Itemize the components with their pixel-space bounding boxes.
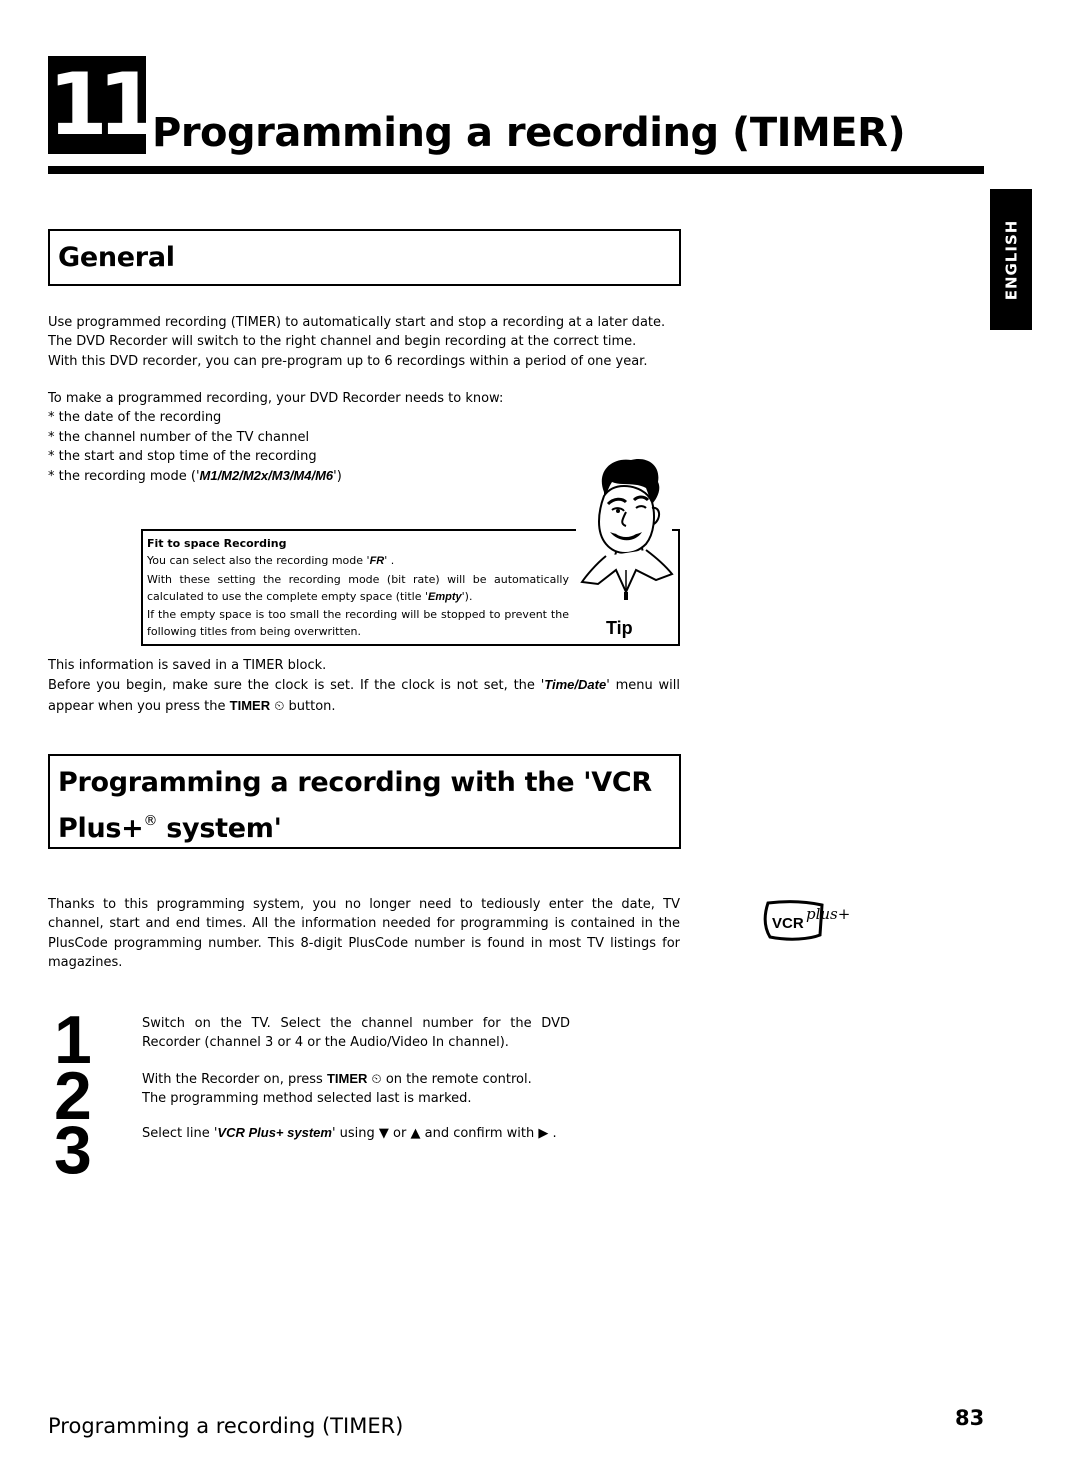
chapter-rule <box>48 166 984 174</box>
step-text: or <box>388 1126 411 1141</box>
heading-plus: Plus+ <box>58 813 144 844</box>
heading-line: system' <box>157 813 282 844</box>
needs-item-text: the recording mode (' <box>58 469 200 485</box>
step-text: ' using <box>331 1126 379 1141</box>
timer-notes: This information is saved in a TIMER blo… <box>48 656 680 716</box>
step-instruction: Switch on the TV. Select the channel num… <box>142 1016 570 1051</box>
tip-line: With these setting the recording mode (b… <box>147 571 569 607</box>
tip-text: '). <box>461 589 473 603</box>
tip-line: If the empty space is too small the reco… <box>147 608 569 639</box>
clock-note-text: Before you begin, make sure the clock is… <box>48 678 545 694</box>
tip-cartoon-character-icon <box>580 458 674 600</box>
down-arrow-icon: ▼ <box>378 1126 389 1141</box>
saved-note: This information is saved in a TIMER blo… <box>48 658 327 673</box>
step-text: With the Recorder on, press <box>142 1072 327 1087</box>
vcr-plus-intro: Thanks to this programming system, you n… <box>48 895 680 972</box>
chapter-title: Programming a recording (TIMER) <box>152 110 906 156</box>
heading-line: Programming a recording with the 'VCR <box>58 767 652 798</box>
step-text: Select line ' <box>142 1126 218 1141</box>
needs-item: * the channel number of the TV channel <box>48 428 680 447</box>
bullet-asterisk: * <box>48 429 55 445</box>
needs-intro: To make a programmed recording, your DVD… <box>48 391 504 406</box>
intro-line: Use programmed recording (TIMER) to auto… <box>48 315 666 330</box>
needs-item-text: the date of the recording <box>58 410 222 426</box>
tip-text: With these setting the recording mode (b… <box>147 572 569 603</box>
step-instruction: With the Recorder on, press TIMER ⏲ on t… <box>142 1069 570 1089</box>
needs-item-text: the start and stop time of the recording <box>58 448 317 464</box>
step-2-text: With the Recorder on, press TIMER ⏲ on t… <box>142 1069 570 1109</box>
logo-plus-text: plus+ <box>806 905 850 923</box>
needs-item-suffix: ') <box>333 469 342 485</box>
step-number: 3 <box>54 1112 92 1188</box>
language-tab: ENGLISH <box>990 189 1032 330</box>
tip-content: Fit to space Recording You can select al… <box>147 535 569 641</box>
tip-text: You can select also the recording mode ' <box>147 554 370 568</box>
tip-heading: Fit to space Recording <box>147 537 287 550</box>
menu-item-ref: VCR Plus+ system <box>217 1125 332 1140</box>
timer-button-ref: TIMER <box>229 697 271 713</box>
step-instruction: Select line 'VCR Plus+ system' using ▼ o… <box>142 1123 570 1143</box>
step-1-text: Switch on the TV. Select the channel num… <box>142 1014 570 1053</box>
section-vcr-plus-heading: Programming a recording with the 'VCR Plu… <box>50 756 679 848</box>
logo-vcr-text: VCR <box>772 915 804 932</box>
right-arrow-icon: ▶ <box>538 1126 549 1141</box>
step-text: on the remote control. <box>381 1072 532 1087</box>
bullet-asterisk: * <box>48 448 55 464</box>
step-text: and confirm with <box>420 1126 539 1141</box>
up-arrow-icon: ▲ <box>410 1126 421 1141</box>
language-label: ENGLISH <box>1002 219 1021 300</box>
section-vcr-plus-heading-box: Programming a recording with the 'VCR Plu… <box>48 754 681 849</box>
page-number: 83 <box>955 1406 985 1430</box>
step-3-text: Select line 'VCR Plus+ system' using ▼ o… <box>142 1123 570 1143</box>
bullet-asterisk: * <box>48 410 55 426</box>
tip-line: You can select also the recording mode '… <box>147 552 569 570</box>
time-date-menu-ref: Time/Date <box>544 677 607 693</box>
tip-text: ' . <box>384 554 395 568</box>
step-instruction: The programming method selected last is … <box>142 1091 472 1107</box>
intro-line: The DVD Recorder will switch to the righ… <box>48 334 637 350</box>
intro-line: With this DVD recorder, you can pre-prog… <box>48 353 648 369</box>
chapter-number-badge: 11 <box>48 55 158 155</box>
tip-title-empty: Empty <box>428 590 462 603</box>
needs-item: * the date of the recording <box>48 408 680 427</box>
section-general-heading-box: General <box>48 229 681 286</box>
timer-button-ref: TIMER <box>326 1071 368 1086</box>
vcr-plus-intro-text: Thanks to this programming system, you n… <box>48 897 680 970</box>
bullet-asterisk: * <box>48 469 55 485</box>
step-text: . <box>548 1126 557 1141</box>
recording-modes: M1/M2/M2x/M3/M4/M6 <box>199 468 334 484</box>
tip-mode-fr: FR <box>369 555 385 568</box>
timer-clock-icon: ⏲ <box>274 698 285 714</box>
footer-title: Programming a recording (TIMER) <box>48 1414 404 1438</box>
general-intro: Use programmed recording (TIMER) to auto… <box>48 313 680 371</box>
tip-box-top-border <box>141 529 576 531</box>
clock-note-text: button. <box>284 698 336 714</box>
section-general-heading: General <box>58 242 175 273</box>
clock-note: Before you begin, make sure the clock is… <box>48 675 680 716</box>
timer-clock-icon: ⏲ <box>371 1072 382 1087</box>
tip-label: Tip <box>606 618 633 638</box>
needs-item-text: the channel number of the TV channel <box>58 429 310 445</box>
vcr-plus-logo-icon: VCR plus+ <box>763 900 850 941</box>
registered-mark: ® <box>143 813 158 829</box>
